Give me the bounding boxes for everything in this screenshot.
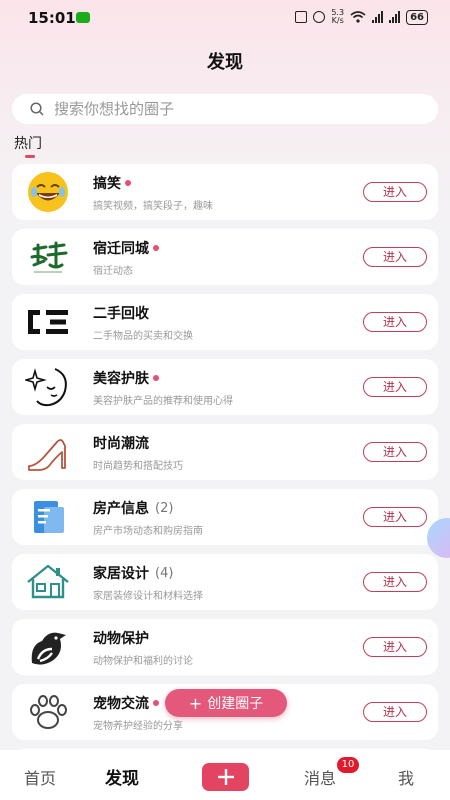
enter-button[interactable]: 进入 xyxy=(363,377,427,397)
tab-home[interactable]: 首页 xyxy=(24,765,56,789)
circle-description: 二手物品的买卖和交换 xyxy=(93,331,193,342)
battery-icon: 66 xyxy=(406,9,428,25)
messages-badge: 10 xyxy=(337,757,359,773)
wifi-icon xyxy=(350,11,366,23)
circle-description: 房产市场动态和购房指南 xyxy=(93,526,203,537)
circle-description: 宠物养护经验的分享 xyxy=(93,721,183,732)
high-heel-icon xyxy=(22,430,74,474)
enter-button[interactable]: 进入 xyxy=(363,312,427,332)
network-speed: 5.3 K/s xyxy=(331,9,344,25)
create-circle-button[interactable]: + 创建圈子 xyxy=(165,689,287,717)
new-indicator-dot xyxy=(153,245,159,251)
circle-name-row: 动物保护 xyxy=(93,628,149,648)
circle-name: 二手回收 xyxy=(93,306,149,322)
paw-icon xyxy=(22,690,74,734)
status-icons: 5.3 K/s 66 xyxy=(295,9,428,25)
circle-name: 时尚潮流 xyxy=(93,436,149,452)
hot-section-label: 热门 xyxy=(14,136,42,152)
circle-name: 动物保护 xyxy=(93,631,149,647)
circle-post-count: (2) xyxy=(155,500,174,516)
bird-icon xyxy=(22,625,74,669)
circle-card[interactable]: 搞笑 搞笑视频，搞笑段子，趣味 进入 xyxy=(12,164,438,220)
laughing-face-icon xyxy=(22,170,74,214)
enter-button[interactable]: 进入 xyxy=(363,637,427,657)
circle-name-row: 家居设计 (4) xyxy=(93,563,173,583)
search-input[interactable] xyxy=(52,99,396,119)
enter-button[interactable]: 进入 xyxy=(363,572,427,592)
wechat-notification-icon xyxy=(76,12,90,23)
new-indicator-dot xyxy=(125,180,131,186)
circle-post-count: (4) xyxy=(155,565,174,581)
recycle-logo-icon xyxy=(22,300,74,344)
beauty-face-icon xyxy=(22,365,74,409)
circle-list[interactable]: 搞笑 搞笑视频，搞笑段子，趣味 进入 宿迁同城 宿迁动态 进入 二手回收 二手物… xyxy=(12,164,438,750)
create-circle-label: 创建圈子 xyxy=(207,696,264,712)
plus-icon xyxy=(217,769,234,785)
circle-card[interactable]: 美容护肤 美容护肤产品的推荐和使用心得 进入 xyxy=(12,359,438,415)
circle-description: 宿迁动态 xyxy=(93,266,133,277)
circle-name-row: 房产信息 (2) xyxy=(93,498,173,518)
publish-button[interactable] xyxy=(202,763,249,791)
status-bar: 15:01 5.3 K/s 66 xyxy=(0,0,450,36)
hot-tab-indicator xyxy=(25,155,35,158)
house-icon xyxy=(22,560,74,604)
bottom-tab-bar: 首页 发现 消息 10 我 xyxy=(0,750,450,800)
tab-discover[interactable]: 发现 xyxy=(105,764,139,789)
document-icon xyxy=(22,495,74,539)
circle-name-row: 宠物交流 xyxy=(93,693,159,713)
new-indicator-dot xyxy=(153,375,159,381)
enter-button[interactable]: 进入 xyxy=(363,247,427,267)
signal-2-icon xyxy=(389,11,401,23)
signal-1-icon xyxy=(372,11,384,23)
circle-name-row: 美容护肤 xyxy=(93,368,159,388)
page-title: 发现 xyxy=(207,52,243,73)
search-icon xyxy=(30,102,44,116)
circle-card[interactable]: 二手回收 二手物品的买卖和交换 进入 xyxy=(12,294,438,350)
circle-name: 房产信息 xyxy=(93,501,149,517)
tab-messages[interactable]: 消息 xyxy=(304,765,336,789)
circle-description: 动物保护和福利的讨论 xyxy=(93,656,193,667)
enter-button[interactable]: 进入 xyxy=(363,507,427,527)
enter-button[interactable]: 进入 xyxy=(363,182,427,202)
circle-description: 家居装修设计和材料选择 xyxy=(93,591,203,602)
circle-description: 美容护肤产品的推荐和使用心得 xyxy=(93,396,233,407)
circle-name-row: 搞笑 xyxy=(93,173,131,193)
network-speed-unit: K/s xyxy=(331,16,344,25)
search-bar[interactable] xyxy=(12,94,438,124)
circle-card[interactable]: 时尚潮流 时尚趋势和搭配技巧 进入 xyxy=(12,424,438,480)
circle-name: 宿迁同城 xyxy=(93,241,149,257)
circle-name-row: 二手回收 xyxy=(93,303,149,323)
alarm-icon xyxy=(313,11,326,23)
circle-description: 搞笑视频，搞笑段子，趣味 xyxy=(93,201,213,212)
circle-card[interactable]: 动物保护 动物保护和福利的讨论 进入 xyxy=(12,619,438,675)
suqian-calligraphy-logo xyxy=(22,235,74,279)
circle-card[interactable]: 房产信息 (2) 房产市场动态和购房指南 进入 xyxy=(12,489,438,545)
tab-me[interactable]: 我 xyxy=(398,765,414,789)
circle-name-row: 时尚潮流 xyxy=(93,433,149,453)
enter-button[interactable]: 进入 xyxy=(363,702,427,722)
circle-card[interactable]: 家居设计 (4) 家居装修设计和材料选择 进入 xyxy=(12,554,438,610)
circle-name: 美容护肤 xyxy=(93,371,149,387)
circle-name-row: 宿迁同城 xyxy=(93,238,159,258)
circle-card[interactable]: 宿迁同城 宿迁动态 进入 xyxy=(12,229,438,285)
status-time: 15:01 xyxy=(28,9,76,27)
new-indicator-dot xyxy=(153,700,159,706)
circle-name: 宠物交流 xyxy=(93,696,149,712)
plus-icon: + xyxy=(188,693,203,713)
nfc-icon xyxy=(295,11,308,23)
circle-description: 时尚趋势和搭配技巧 xyxy=(93,461,183,472)
circle-name: 搞笑 xyxy=(93,176,121,192)
enter-button[interactable]: 进入 xyxy=(363,442,427,462)
circle-name: 家居设计 xyxy=(93,566,149,582)
